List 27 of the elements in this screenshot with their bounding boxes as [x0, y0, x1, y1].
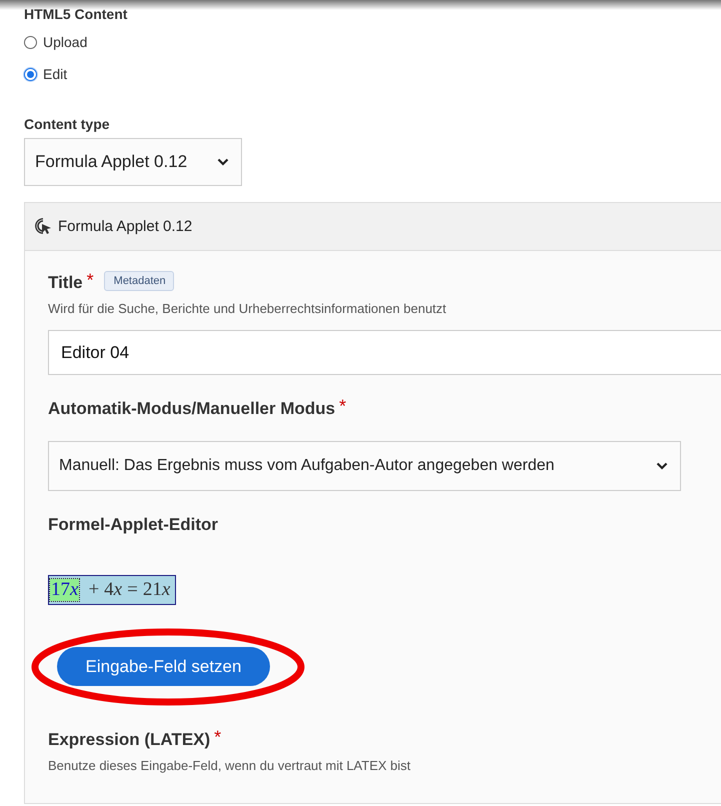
set-input-field-button[interactable]: Eingabe-Feld setzen	[57, 647, 270, 686]
chevron-down-icon	[656, 462, 668, 470]
content-type-select[interactable]: Formula Applet 0.12	[24, 138, 242, 186]
chevron-down-icon	[217, 158, 229, 166]
metadata-tag[interactable]: Metadaten	[104, 271, 174, 291]
field-label: Automatik-Modus/Manueller Modus	[48, 399, 336, 419]
mode-select[interactable]: Manuell: Das Ergebnis muss vom Aufgaben-Autor angegeben werden	[48, 441, 681, 491]
pointer-icon	[35, 218, 52, 235]
radio-button[interactable]	[24, 36, 37, 48]
required-asterisk: *	[339, 399, 346, 413]
formula-editor[interactable]: 17x + 4x = 21x	[48, 575, 176, 605]
field-label: Formel-Applet-Editor	[48, 515, 218, 535]
title-input[interactable]: Editor 04	[48, 330, 721, 375]
radio-label: Upload	[43, 34, 88, 50]
content-type-label: Content type	[24, 116, 111, 132]
radio-button[interactable]	[24, 68, 37, 80]
required-asterisk: *	[86, 273, 94, 287]
formula-text: + 4x = 21x	[87, 579, 172, 601]
required-asterisk: *	[214, 730, 222, 744]
field-label: Title	[48, 273, 83, 293]
field-description: Wird für die Suche, Berichte und Urheberrechtsinformationen benutzt	[48, 301, 448, 316]
formula-input-field[interactable]: 17x	[50, 579, 80, 601]
radio-label: Edit	[43, 66, 68, 82]
section-label: HTML5 Content	[24, 6, 128, 22]
panel-title: Formula Applet 0.12	[58, 218, 192, 235]
field-label: Expression (LATEX)	[48, 730, 210, 750]
field-description: Benutze dieses Eingabe-Feld, wenn du vertraut mit LATEX bist	[48, 758, 412, 773]
